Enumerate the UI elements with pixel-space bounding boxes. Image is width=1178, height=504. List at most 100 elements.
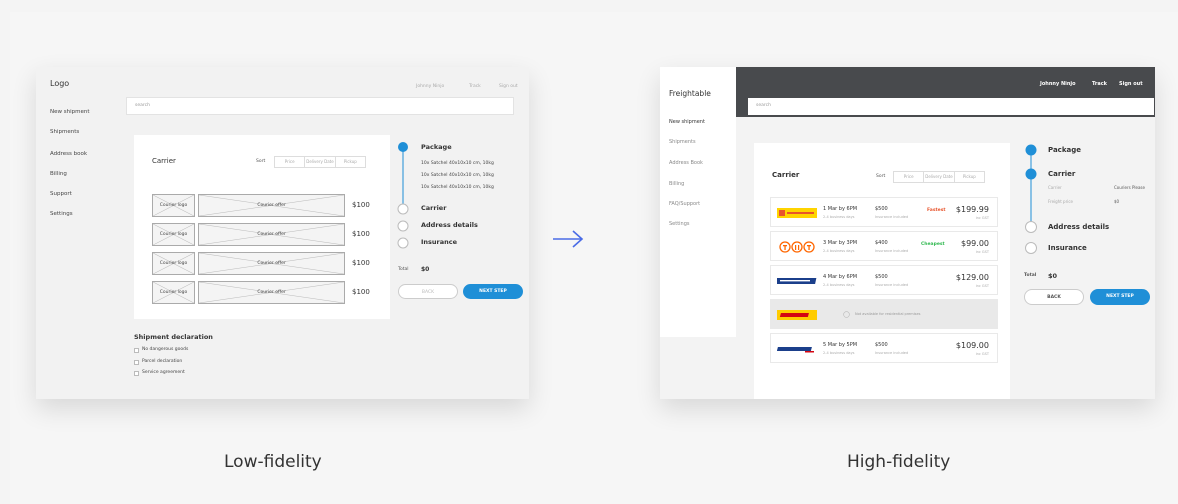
search-input[interactable]: search: [126, 97, 514, 115]
high-fidelity-mockup: Freightable New shipment Shipments Addre…: [660, 67, 1155, 399]
back-button[interactable]: BACK: [398, 284, 458, 299]
package-item: 10x Satchel 40x10x10 cm, 10kg: [421, 173, 494, 178]
startrack-logo: [777, 278, 817, 284]
courier-logo-placeholder: Courier logo: [152, 281, 195, 304]
sign-out-link[interactable]: Sign out: [499, 84, 518, 89]
freight-price-value: $0: [1114, 199, 1120, 204]
step-address-details[interactable]: Address details: [1048, 223, 1109, 231]
info-icon: [843, 311, 850, 318]
nav-settings[interactable]: Settings: [50, 211, 73, 217]
total-label: Total: [398, 267, 409, 272]
step-package[interactable]: Package: [421, 143, 452, 151]
courier-row[interactable]: Courier logo Courier offer $100: [152, 223, 388, 247]
sort-pickup[interactable]: Pickup: [336, 157, 365, 167]
step-carrier-dot: [1025, 168, 1037, 180]
carrier-card: Carrier Sort Price Delivery Date Pickup …: [134, 135, 390, 319]
stepper-track: [397, 142, 409, 249]
business-days: 2-4 business days: [823, 283, 855, 287]
checkbox[interactable]: [134, 360, 139, 365]
nav-new-shipment[interactable]: New shipment: [50, 109, 90, 115]
gst-note: inc GST: [975, 352, 989, 356]
step-carrier[interactable]: Carrier: [1048, 170, 1075, 178]
carrier-row-couriers-please[interactable]: 1 Mar by 6PM 2-4 business days $500 Insu…: [770, 197, 998, 227]
user-name[interactable]: Johnny Ninjo: [1040, 81, 1076, 87]
nav-address-book[interactable]: Address book: [50, 151, 87, 157]
nav-support[interactable]: Support: [50, 191, 72, 197]
insurance-note: Insurance included: [875, 283, 909, 287]
nav-shipments[interactable]: Shipments: [50, 129, 79, 135]
sort-label: Sort: [876, 174, 886, 179]
total-value: $0: [421, 266, 430, 273]
sort-label: Sort: [256, 159, 266, 164]
carrier-row-startrack[interactable]: 4 Mar by 6PM 2-4 business days $500 Insu…: [770, 265, 998, 295]
step-address-dot: [1025, 221, 1037, 233]
nav-billing[interactable]: Billing: [50, 171, 67, 177]
courier-row[interactable]: Courier logo Courier offer $100: [152, 252, 388, 276]
courier-price: $100: [352, 259, 370, 267]
search-input[interactable]: search: [748, 98, 1154, 115]
business-days: 2-4 business days: [823, 351, 855, 355]
gst-note: inc GST: [975, 284, 989, 288]
business-days: 2-4 business days: [823, 215, 855, 219]
total-price: $109.00: [955, 341, 989, 350]
total-label: Total: [1024, 273, 1037, 278]
sort-price[interactable]: Price: [275, 157, 306, 167]
fastway-logo: [777, 347, 814, 353]
next-step-button[interactable]: NEXT STEP: [1090, 289, 1150, 305]
delivery-time: 4 Mar by 6PM: [823, 274, 858, 280]
track-link[interactable]: Track: [469, 84, 481, 89]
step-insurance[interactable]: Insurance: [1048, 244, 1087, 252]
nav-settings[interactable]: Settings: [669, 221, 690, 227]
carrier-title: Carrier: [772, 171, 800, 179]
carrier-row-dhl: Not available for residential premises: [770, 299, 998, 329]
nav-new-shipment[interactable]: New shipment: [669, 119, 705, 125]
sort-options: Price Delivery Date Pickup: [274, 156, 366, 168]
gst-note: inc GST: [975, 250, 989, 254]
courier-logo-placeholder: Courier logo: [152, 194, 195, 217]
user-name[interactable]: Johnny Ninjo: [416, 84, 444, 89]
checkbox[interactable]: [134, 348, 139, 353]
dhl-logo: [777, 310, 817, 320]
insured-price: $500: [875, 206, 888, 212]
search-placeholder: search: [756, 103, 771, 108]
carrier-detail-value: Couriers Please: [1114, 185, 1145, 190]
courier-row[interactable]: Courier logo Courier offer $100: [152, 281, 388, 305]
step-carrier[interactable]: Carrier: [421, 204, 446, 212]
sort-pickup[interactable]: Pickup: [955, 172, 984, 182]
step-insurance-dot: [397, 237, 409, 249]
declaration-label: Service agreement: [142, 370, 185, 375]
low-fidelity-wireframe: Logo New shipment Shipments Address book…: [36, 67, 529, 399]
carrier-row-tnt[interactable]: 3 Mar by 3PM 2-4 business days $400 Insu…: [770, 231, 998, 261]
step-carrier-dot: [397, 203, 409, 215]
checkbox[interactable]: [134, 371, 139, 376]
insurance-note: Insurance included: [875, 351, 909, 355]
back-button[interactable]: BACK: [1024, 289, 1084, 305]
courier-price: $100: [352, 230, 370, 238]
nav-faq-support[interactable]: FAQ/Support: [669, 201, 700, 207]
step-package[interactable]: Package: [1048, 146, 1081, 154]
gst-note: inc GST: [975, 216, 989, 220]
nav-billing[interactable]: Billing: [669, 181, 684, 187]
nav-shipments[interactable]: Shipments: [669, 139, 696, 145]
sort-delivery-date[interactable]: Delivery Date: [924, 172, 955, 182]
track-link[interactable]: Track: [1092, 81, 1107, 87]
cheapest-badge: Cheapest: [921, 242, 945, 247]
insured-price: $500: [875, 342, 888, 348]
next-step-button[interactable]: NEXT STEP: [463, 284, 523, 299]
tnt-logo: [779, 241, 815, 253]
declaration-title: Shipment declaration: [134, 333, 213, 341]
carrier-detail-label: Carrier: [1048, 185, 1062, 190]
nav-address-book[interactable]: Address Book: [669, 160, 703, 166]
sort-delivery-date[interactable]: Delivery Date: [305, 157, 336, 167]
step-package-dot: [398, 142, 408, 152]
sign-out-link[interactable]: Sign out: [1119, 81, 1143, 87]
step-address-dot: [397, 220, 409, 232]
courier-row[interactable]: Courier logo Courier offer $100: [152, 194, 388, 218]
insurance-note: Insurance included: [875, 249, 909, 253]
sort-price[interactable]: Price: [894, 172, 925, 182]
low-fidelity-caption: Low-fidelity: [224, 452, 322, 472]
carrier-row-fastway[interactable]: 5 Mar by 5PM 2-4 business days $500 Insu…: [770, 333, 998, 363]
step-insurance[interactable]: Insurance: [421, 238, 457, 246]
courier-price: $100: [352, 201, 370, 209]
step-address-details[interactable]: Address details: [421, 221, 478, 229]
